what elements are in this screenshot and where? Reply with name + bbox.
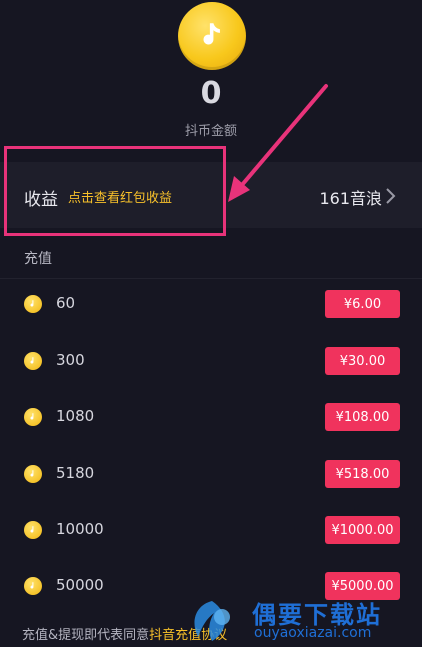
- recharge-section-title: 充值: [24, 251, 52, 267]
- recharge-option-row[interactable]: 1080 ¥108.00: [0, 389, 422, 446]
- price-button[interactable]: ¥6.00: [325, 290, 400, 318]
- coin-amount: 10000: [56, 520, 104, 538]
- recharge-option-row[interactable]: 300 ¥30.00: [0, 333, 422, 390]
- chevron-right-icon[interactable]: [384, 186, 398, 206]
- watermark-logo-icon: [194, 601, 230, 641]
- agreement-text: 充值&提现即代表同意: [22, 628, 150, 643]
- coin-balance: 0: [200, 76, 222, 111]
- annotation-arrow-icon: [228, 84, 328, 202]
- coin-icon: [24, 465, 42, 483]
- coin-amount: 1080: [56, 407, 95, 425]
- coin-icon: [24, 521, 42, 539]
- price-button[interactable]: ¥518.00: [325, 460, 400, 488]
- coin-logo-icon: [178, 2, 246, 70]
- price-button[interactable]: ¥1000.00: [325, 516, 400, 544]
- price-button[interactable]: ¥108.00: [325, 403, 400, 431]
- coin-amount: 60: [56, 294, 76, 312]
- coin-amount: 5180: [56, 464, 95, 482]
- recharge-option-row[interactable]: 5180 ¥518.00: [0, 446, 422, 503]
- recharge-option-row[interactable]: 10000 ¥1000.00: [0, 502, 422, 559]
- coin-icon: [24, 408, 42, 426]
- coin-icon: [24, 352, 42, 370]
- coin-icon: [24, 295, 42, 313]
- coin-amount: 50000: [56, 576, 104, 594]
- watermark-domain: ouyaoxiazai.com: [254, 625, 372, 641]
- recharge-option-row[interactable]: 60 ¥6.00: [0, 276, 422, 333]
- coin-icon: [24, 577, 42, 595]
- annotation-highlight-box: [4, 146, 226, 236]
- watermark: 偶要下载站 ouyaoxiazai.com: [180, 595, 422, 647]
- coin-balance-label: 抖币金额: [184, 124, 237, 139]
- coin-amount: 300: [56, 351, 85, 369]
- music-note-icon: [203, 23, 220, 45]
- price-button[interactable]: ¥30.00: [325, 347, 400, 375]
